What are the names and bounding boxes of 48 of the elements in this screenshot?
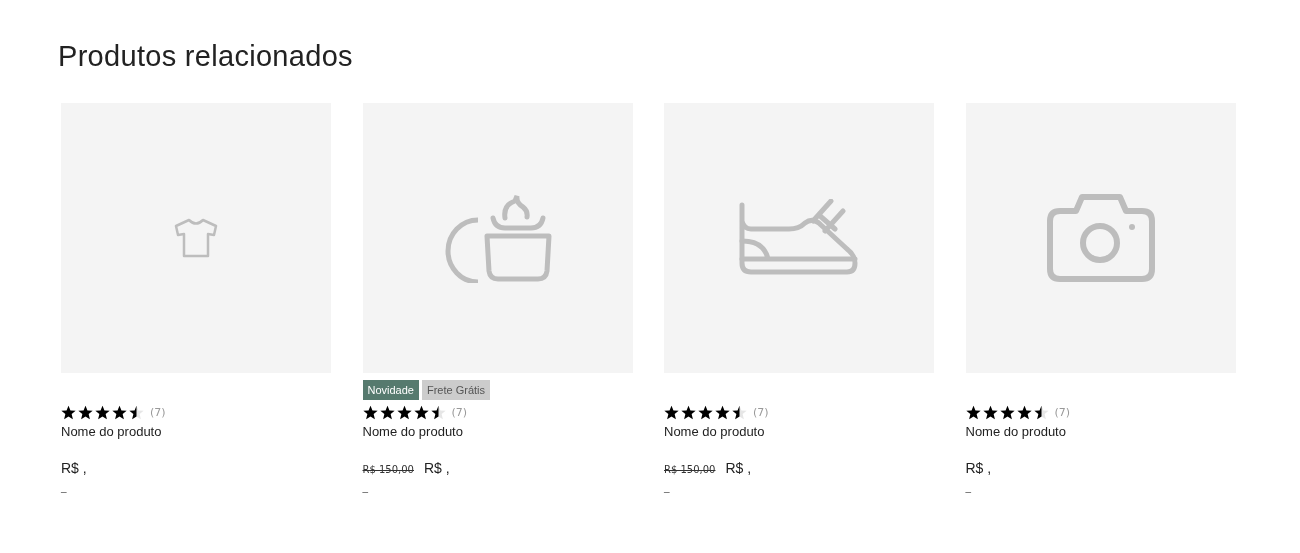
image-placeholder[interactable] [664, 103, 934, 373]
star-icon [379, 405, 395, 420]
star-icon [999, 405, 1015, 420]
installments-text: _ [965, 480, 972, 493]
image-placeholder[interactable] [965, 103, 1236, 373]
product-price: R$ , [424, 460, 450, 476]
star-icon [1016, 405, 1032, 420]
review-count: (7) [753, 406, 769, 419]
image-placeholder[interactable] [362, 103, 633, 373]
installments-text: _ [61, 480, 68, 493]
star-icon [396, 405, 412, 420]
shirt-icon [172, 217, 220, 259]
star-icon [413, 405, 429, 420]
review-count: (7) [451, 406, 468, 419]
product-price: R$ , [61, 460, 87, 476]
product-name[interactable]: Nome do produto [362, 424, 633, 439]
star-icon [664, 405, 679, 420]
star-icon [112, 405, 127, 420]
product-name[interactable]: Nome do produto [664, 424, 934, 439]
star-icon [129, 405, 144, 420]
old-price: R$ 150,00 [362, 464, 414, 475]
product-name[interactable]: Nome do produto [965, 424, 1236, 439]
star-icon [715, 405, 730, 420]
star-icon [362, 405, 378, 420]
product-tag: Frete Grátis [422, 380, 491, 400]
star-icon [698, 405, 713, 420]
sneaker-icon [739, 199, 859, 277]
star-icon [732, 405, 747, 420]
image-placeholder[interactable] [61, 103, 331, 373]
section-heading: Produtos relacionados [58, 40, 354, 73]
installments-text: _ [664, 480, 671, 493]
review-count: (7) [1054, 406, 1071, 419]
product-price: R$ , [965, 460, 992, 476]
product-tag: Novidade [362, 380, 419, 400]
star-icon [95, 405, 110, 420]
star-icon [78, 405, 93, 420]
installments-text: _ [362, 480, 369, 493]
camera-icon [1045, 193, 1156, 283]
star-icon [61, 405, 76, 420]
star-icon [1033, 405, 1049, 420]
star-icon [430, 405, 446, 420]
star-icon [681, 405, 696, 420]
product-name[interactable]: Nome do produto [61, 424, 331, 439]
old-price: R$ 150,00 [664, 464, 716, 475]
product-price: R$ , [725, 460, 752, 476]
review-count: (7) [150, 406, 166, 419]
star-icon [965, 405, 981, 420]
star-icon [982, 405, 998, 420]
